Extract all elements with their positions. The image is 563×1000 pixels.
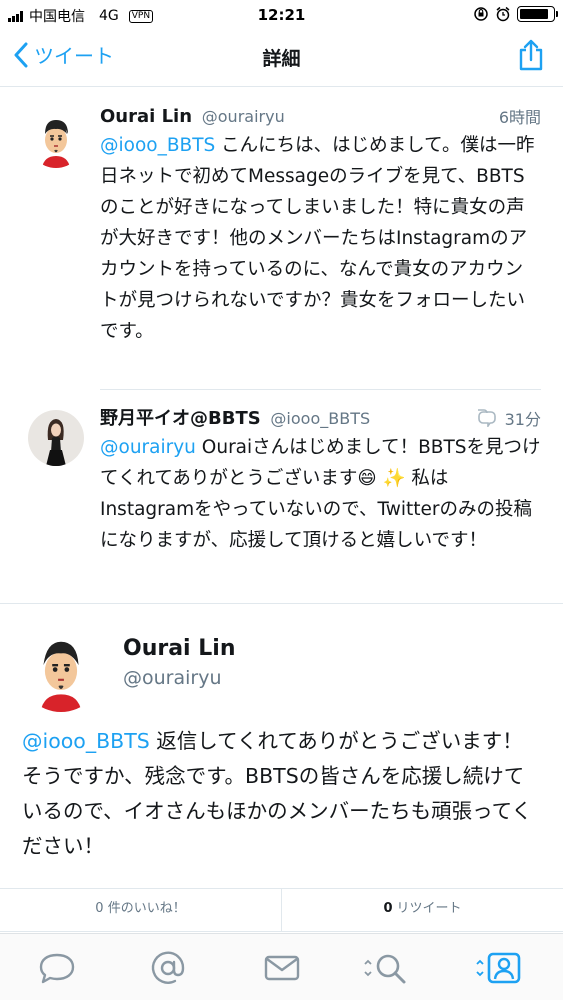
- battery-icon: [517, 6, 558, 22]
- author-name[interactable]: 野月平イオ@BBTS: [100, 408, 261, 429]
- tweet-stats: 0 件のいいね！ 0 リツイート: [0, 888, 563, 932]
- search-icon: [364, 954, 406, 984]
- share-button[interactable]: [517, 38, 545, 76]
- author-handle[interactable]: @ourairyu: [123, 667, 235, 689]
- avatar[interactable]: [28, 112, 84, 168]
- tweet-text: @iooo_BBTS 返信してくれてありがとうございます！そうですか、残念です。…: [22, 729, 533, 858]
- tab-notifications[interactable]: [148, 950, 188, 986]
- orientation-lock-icon: [474, 7, 488, 21]
- profile-icon: [476, 952, 521, 984]
- mention-link[interactable]: @ourairyu: [100, 437, 196, 458]
- likes-stat[interactable]: 0 件のいいね！: [0, 889, 281, 931]
- avatar[interactable]: [20, 630, 102, 712]
- chat-bubble-icon: [39, 953, 75, 984]
- tweet-time: 6時間: [498, 108, 541, 127]
- at-sign-icon: [151, 951, 185, 984]
- tweet-text: @iooo_BBTS こんにちは、はじめまして。僕は一昨日ネットで初めてMess…: [100, 135, 535, 342]
- author-handle[interactable]: @iooo_BBTS: [270, 409, 370, 428]
- tweet-text: @ourairyu Ouraiさんはじめまして！BBTSを見つけてくれてありがと…: [100, 437, 541, 551]
- nav-bar: ツイート 詳細: [0, 30, 563, 87]
- tab-messages[interactable]: [262, 950, 302, 986]
- mention-link[interactable]: @iooo_BBTS: [100, 135, 215, 156]
- mention-link[interactable]: @iooo_BBTS: [22, 729, 150, 753]
- tweet-item[interactable]: 野月平イオ@BBTS @iooo_BBTS 31分 @ourairyu Oura…: [0, 406, 563, 596]
- main-tweet: Ourai Lin @ourairyu @iooo_BBTS 返信してくれてあり…: [0, 604, 563, 888]
- share-icon: [519, 39, 543, 71]
- envelope-icon: [264, 955, 300, 981]
- tab-bar: [0, 933, 563, 1000]
- tweet-meta: 31分: [475, 406, 541, 430]
- page-title: 詳細: [262, 48, 301, 70]
- retweets-stat[interactable]: 0 リツイート: [281, 889, 563, 931]
- tweet-time: 31分: [504, 410, 541, 429]
- retweets-label: リツイート: [396, 901, 462, 916]
- tab-profile[interactable]: [474, 950, 524, 986]
- retweets-count: 0: [383, 901, 393, 916]
- tab-search[interactable]: [362, 950, 410, 986]
- author-name[interactable]: Ourai Lin: [100, 106, 192, 127]
- tab-home[interactable]: [37, 950, 77, 986]
- tweet-item[interactable]: Ourai Lin @ourairyu 6時間 @iooo_BBTS こんにちは…: [0, 104, 563, 374]
- conversation-icon: [477, 409, 496, 427]
- alarm-icon: [496, 6, 510, 22]
- author-handle[interactable]: @ourairyu: [202, 107, 285, 126]
- avatar[interactable]: [28, 410, 84, 466]
- author-name[interactable]: Ourai Lin: [123, 636, 235, 661]
- divider: [100, 389, 541, 390]
- status-bar: 中国电信 4G VPN 12:21: [0, 0, 563, 30]
